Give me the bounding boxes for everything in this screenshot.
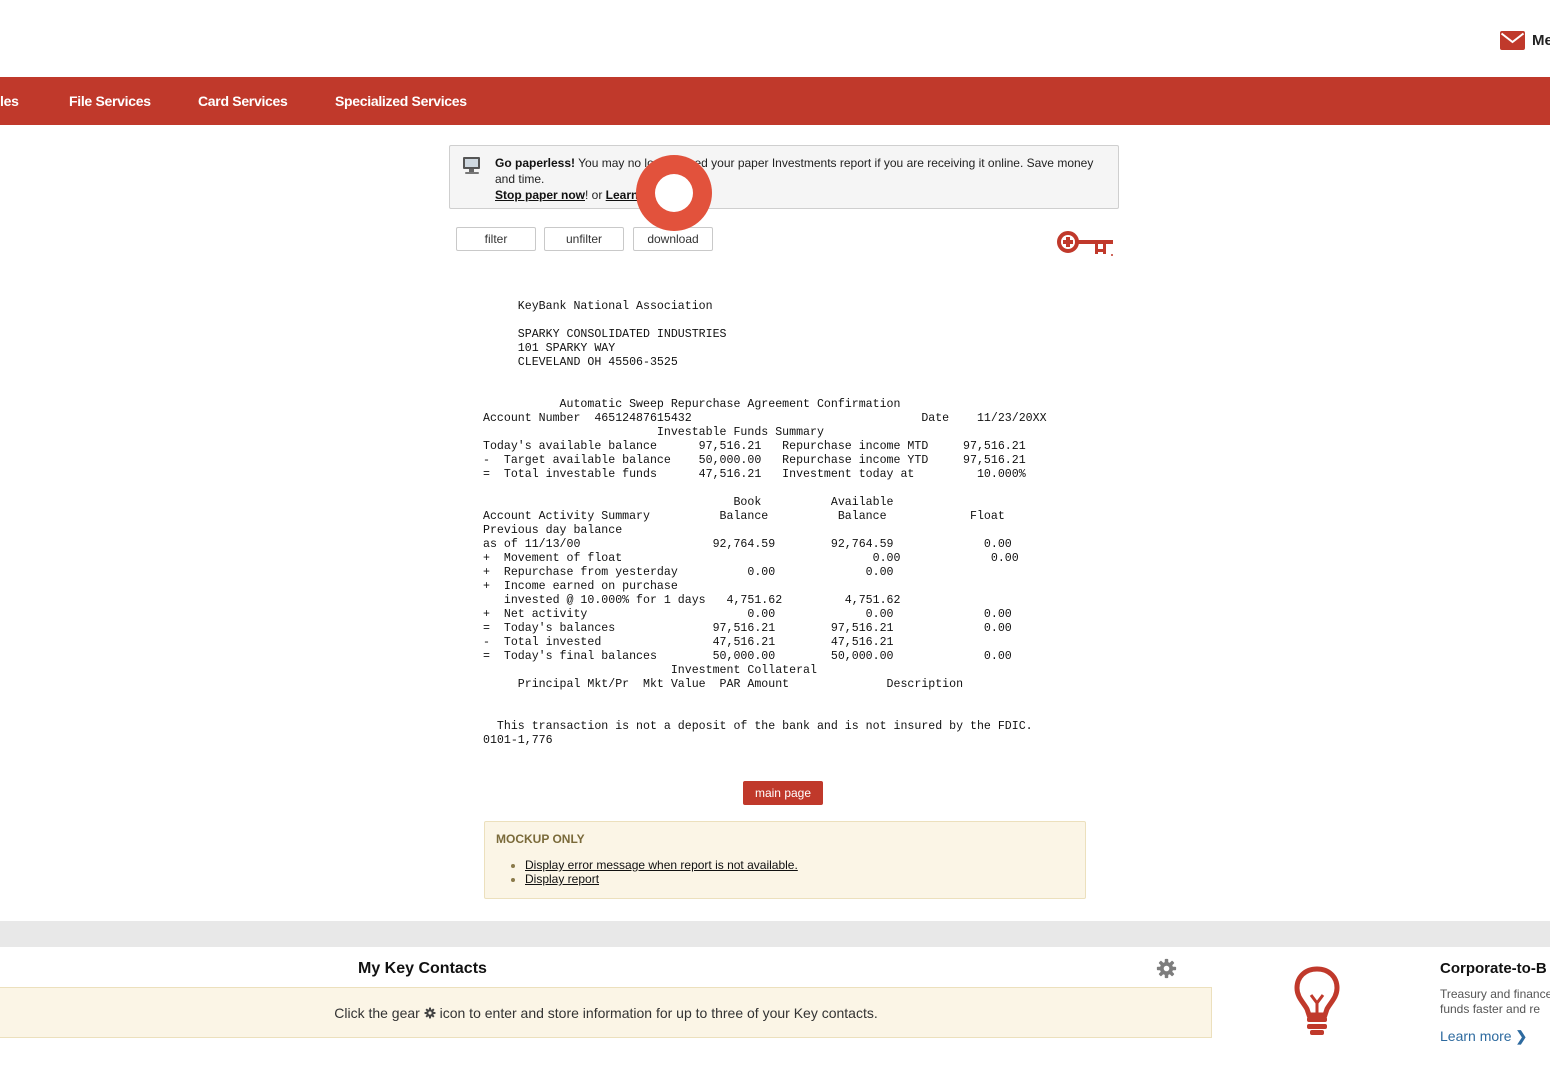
report-line: KeyBank National Association <box>517 300 713 313</box>
contacts-title: My Key Contacts <box>358 960 487 977</box>
key-logo-icon <box>1057 231 1113 256</box>
paperless-message: Go paperless! You may no longer need you… <box>495 155 1105 203</box>
report-line: Account Activity Summary Balance Balance… <box>483 510 1005 523</box>
report-line: Investment Collateral <box>670 664 817 677</box>
report-line: invested @ 10.000% for 1 days 4,751.62 4… <box>503 594 901 607</box>
report-line: Previous day balance <box>483 524 623 537</box>
mockup-notice: MOCKUP ONLY Display error message when r… <box>484 821 1086 899</box>
contacts-msg-after: icon to enter and store information for … <box>435 1005 878 1021</box>
section-divider <box>0 921 1550 947</box>
promo-desc-line: Treasury and finance <box>1440 987 1550 1001</box>
paperless-between: ! or <box>585 188 606 202</box>
messages-link[interactable]: Me <box>1500 28 1550 52</box>
mockup-title: MOCKUP ONLY <box>496 832 585 846</box>
report-line: + Net activity 0.00 0.00 0.00 <box>483 608 1012 621</box>
promo-desc-line: funds faster and re <box>1440 1002 1541 1016</box>
promo-learn-more-label: Learn more <box>1440 1028 1512 1044</box>
nav-item-file-services[interactable]: File Services <box>69 77 151 125</box>
nav-item-partial[interactable]: les <box>0 77 19 125</box>
report-line: Automatic Sweep Repurchase Agreement Con… <box>559 398 901 411</box>
report-line: = Today's balances 97,516.21 97,516.21 0… <box>483 622 1012 635</box>
report-line: Today's available balance 97,516.21 Repu… <box>483 440 1026 453</box>
display-error-link[interactable]: Display error message when report is not… <box>525 858 798 872</box>
report-body: KeyBank National Association SPARKY CONS… <box>483 300 1047 748</box>
report-line: Investable Funds Summary <box>656 426 824 439</box>
main-page-button[interactable]: main page <box>743 781 823 805</box>
report-line: + Movement of float 0.00 0.00 <box>483 552 1019 565</box>
promo-title: Corporate-to-B <box>1440 960 1547 977</box>
gear-inline-icon <box>424 1007 436 1019</box>
nav-item-specialized-services[interactable]: Specialized Services <box>335 77 467 125</box>
paperless-body: You may no longer need your paper Invest… <box>495 156 1094 186</box>
contacts-msg-before: Click the gear <box>334 1005 424 1021</box>
stop-paper-link[interactable]: Stop paper now <box>495 188 585 202</box>
report-line: CLEVELAND OH 45506-3525 <box>517 356 678 369</box>
contacts-message: Click the gear icon to enter and store i… <box>0 1005 1212 1021</box>
list-item: Display report <box>525 872 798 886</box>
filter-button[interactable]: filter <box>456 227 536 251</box>
report-line: Book Available <box>733 496 894 509</box>
display-report-link[interactable]: Display report <box>525 872 599 886</box>
list-item: Display error message when report is not… <box>525 858 798 872</box>
gear-icon[interactable] <box>1156 958 1177 979</box>
report-line: = Total investable funds 47,516.21 Inves… <box>483 468 1026 481</box>
lightbulb-icon <box>1294 966 1340 1035</box>
promo-description: Treasury and finance funds faster and re <box>1440 987 1550 1017</box>
tap-indicator <box>636 155 712 231</box>
main-nav: les File Services Card Services Speciali… <box>0 77 1550 125</box>
chevron-right-icon: ❯ <box>1515 1028 1528 1044</box>
report-line: 0101-1,776 <box>483 734 553 747</box>
report-line: SPARKY CONSOLIDATED INDUSTRIES <box>517 328 727 341</box>
contacts-notice: Click the gear icon to enter and store i… <box>0 987 1212 1038</box>
mockup-list: Display error message when report is not… <box>511 858 798 886</box>
promo-learn-more-link[interactable]: Learn more ❯ <box>1440 1028 1527 1045</box>
report-line: - Target available balance 50,000.00 Rep… <box>483 454 1026 467</box>
report-line: = Today's final balances 50,000.00 50,00… <box>483 650 1012 663</box>
unfilter-button[interactable]: unfilter <box>544 227 624 251</box>
report-line: - Total invested 47,516.21 47,516.21 <box>483 636 894 649</box>
report-line: Account Number 46512487615432 Date 11/23… <box>483 412 1047 425</box>
report-line: + Income earned on purchase <box>483 580 678 593</box>
report-line: Principal Mkt/Pr Mkt Value PAR Amount De… <box>517 678 964 691</box>
paperless-lead: Go paperless! <box>495 156 576 170</box>
computer-icon <box>463 157 480 174</box>
report-line: + Repurchase from yesterday 0.00 0.00 <box>483 566 894 579</box>
report-line: 101 SPARKY WAY <box>517 342 616 355</box>
paperless-notice: Go paperless! You may no longer need you… <box>449 145 1119 209</box>
report-line: This transaction is not a deposit of the… <box>496 720 1033 733</box>
report-line: as of 11/13/00 92,764.59 92,764.59 0.00 <box>483 538 1012 551</box>
nav-item-card-services[interactable]: Card Services <box>198 77 288 125</box>
mail-icon <box>1500 30 1525 50</box>
messages-label: Me <box>1532 31 1550 49</box>
